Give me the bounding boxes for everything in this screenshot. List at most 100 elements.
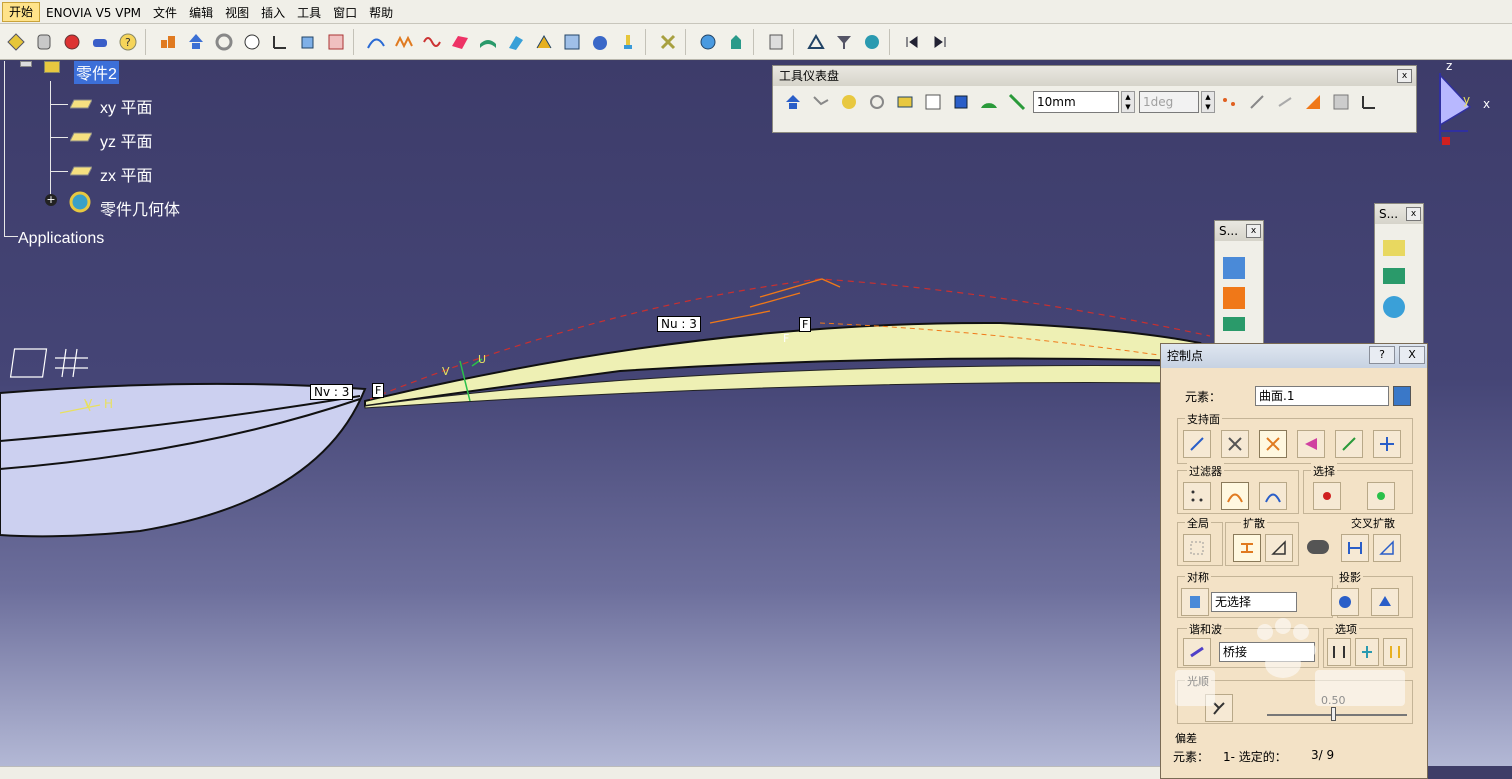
tree-item-body[interactable]: 零件几何体 — [100, 196, 180, 220]
shape-icon[interactable] — [724, 30, 748, 54]
tree-item-zx-plane[interactable]: zx 平面 — [100, 162, 152, 186]
menu-start[interactable]: 开始 — [2, 1, 41, 22]
cat-icon[interactable] — [588, 30, 612, 54]
menu-enovia[interactable]: ENOVIA V5 VPM — [40, 0, 147, 24]
dialog-help-button[interactable]: ? — [1369, 346, 1395, 364]
smooth-button[interactable] — [1205, 694, 1233, 722]
attenuation-icon[interactable] — [809, 90, 833, 114]
diffuse-constant-button[interactable] — [1233, 534, 1261, 562]
support-direction-button[interactable] — [1259, 430, 1287, 458]
extract-icon[interactable] — [781, 90, 805, 114]
tangency-icon[interactable] — [865, 90, 889, 114]
surface-icon[interactable] — [448, 30, 472, 54]
tree-item-yz-plane[interactable]: yz 平面 — [100, 128, 152, 152]
menu-file[interactable]: 文件 — [147, 0, 183, 24]
temp-icon[interactable] — [837, 90, 861, 114]
hand-icon[interactable] — [240, 30, 264, 54]
line-icon[interactable] — [1245, 90, 1269, 114]
filter-icon[interactable] — [832, 30, 856, 54]
menu-insert[interactable]: 插入 — [255, 0, 291, 24]
mini-toolbar-a-header[interactable]: S... x — [1215, 221, 1263, 241]
frame-icon[interactable] — [921, 90, 945, 114]
grid-icon[interactable] — [324, 30, 348, 54]
menu-tools[interactable]: 工具 — [291, 0, 327, 24]
tree-item-xy-plane[interactable]: xy 平面 — [100, 94, 152, 118]
select-all-button[interactable] — [1313, 482, 1341, 510]
angle-spinner[interactable]: ▲ ▼ — [1201, 91, 1215, 113]
sweep-icon[interactable] — [560, 30, 584, 54]
symmetry-button[interactable] — [1181, 588, 1209, 616]
dashboard-title-bar[interactable]: 工具仪表盘 x — [773, 66, 1416, 86]
help-icon[interactable]: ? — [116, 30, 140, 54]
measure-icon[interactable] — [764, 30, 788, 54]
harmonic-select[interactable]: 桥接 — [1219, 642, 1315, 662]
extrude-icon[interactable] — [184, 30, 208, 54]
burst-icon[interactable] — [1223, 287, 1245, 309]
snap-icon[interactable] — [949, 90, 973, 114]
support-compass-button[interactable] — [1335, 430, 1363, 458]
point-icon[interactable] — [4, 30, 28, 54]
projection-plane-button[interactable] — [1371, 588, 1399, 616]
plane-tool-icon[interactable] — [1383, 240, 1405, 256]
pen-icon[interactable] — [1273, 90, 1297, 114]
globe-icon[interactable] — [860, 30, 884, 54]
dashboard-close-button[interactable]: x — [1397, 69, 1412, 83]
expand-icon[interactable]: + — [45, 194, 57, 206]
mini-toolbar-a-close[interactable]: x — [1246, 224, 1261, 238]
dialog-title-bar[interactable]: 控制点 ? X — [1161, 344, 1427, 368]
gear-red-icon[interactable] — [60, 30, 84, 54]
surface-green-icon[interactable] — [476, 30, 500, 54]
tree-item-applications[interactable]: Applications — [18, 230, 104, 248]
first-icon[interactable] — [900, 30, 924, 54]
brush-icon[interactable] — [616, 30, 640, 54]
sphere-tool-icon[interactable] — [1383, 296, 1405, 318]
support-screen-button[interactable] — [1373, 430, 1401, 458]
grid-toggle-icon[interactable] — [1329, 90, 1353, 114]
hide-icon[interactable] — [893, 90, 917, 114]
tree-root[interactable]: 零件2 — [74, 61, 119, 84]
smooth-slider-thumb[interactable] — [1331, 707, 1336, 721]
support-mesh-button[interactable] — [1221, 430, 1249, 458]
option-a-button[interactable] — [1327, 638, 1351, 666]
smooth-slider-track[interactable] — [1267, 714, 1407, 716]
book-icon[interactable] — [1223, 257, 1245, 279]
mini-toolbar-b-close[interactable]: x — [1406, 207, 1421, 221]
mini-toolbar-b-header[interactable]: S... x — [1375, 204, 1423, 224]
diffuse-linear-button[interactable] — [1265, 534, 1293, 562]
support-plane-button[interactable] — [1297, 430, 1325, 458]
mesh-icon[interactable] — [1301, 90, 1325, 114]
fillet-icon[interactable] — [532, 30, 556, 54]
step-value-field[interactable]: 10mm — [1033, 91, 1119, 113]
car-icon[interactable] — [88, 30, 112, 54]
deselect-all-button[interactable] — [1367, 482, 1395, 510]
constraint-icon[interactable] — [804, 30, 828, 54]
step-icon[interactable] — [1005, 90, 1029, 114]
filter-curve-button[interactable] — [1259, 482, 1287, 510]
wave-red-icon[interactable] — [420, 30, 444, 54]
spring-icon[interactable] — [32, 30, 56, 54]
menu-help[interactable]: 帮助 — [363, 0, 399, 24]
cube-icon[interactable] — [296, 30, 320, 54]
surface-blue-icon[interactable] — [504, 30, 528, 54]
menu-window[interactable]: 窗口 — [327, 0, 363, 24]
axis-system-icon[interactable] — [1357, 90, 1381, 114]
option-c-button[interactable] — [1383, 638, 1407, 666]
projection-normal-button[interactable] — [1331, 588, 1359, 616]
blocks-icon[interactable] — [156, 30, 180, 54]
filter-points-button[interactable] — [1183, 482, 1211, 510]
revolve-icon[interactable] — [212, 30, 236, 54]
element-field[interactable]: 曲面.1 — [1255, 386, 1389, 406]
cross-diffuse-button[interactable] — [1341, 534, 1369, 562]
support-normal-button[interactable] — [1183, 430, 1211, 458]
element-picker-icon[interactable] — [1393, 386, 1411, 406]
analysis-icon[interactable] — [696, 30, 720, 54]
angle-icon[interactable] — [977, 90, 1001, 114]
harmonic-button[interactable] — [1183, 638, 1211, 666]
global-button[interactable] — [1183, 534, 1211, 562]
collapse-icon[interactable] — [20, 61, 32, 67]
angle-value-field[interactable]: 1deg — [1139, 91, 1199, 113]
curve-icon[interactable] — [364, 30, 388, 54]
filter-mesh-button[interactable] — [1221, 482, 1249, 510]
step-spinner[interactable]: ▲ ▼ — [1121, 91, 1135, 113]
symmetry-field[interactable]: 无选择 — [1211, 592, 1297, 612]
